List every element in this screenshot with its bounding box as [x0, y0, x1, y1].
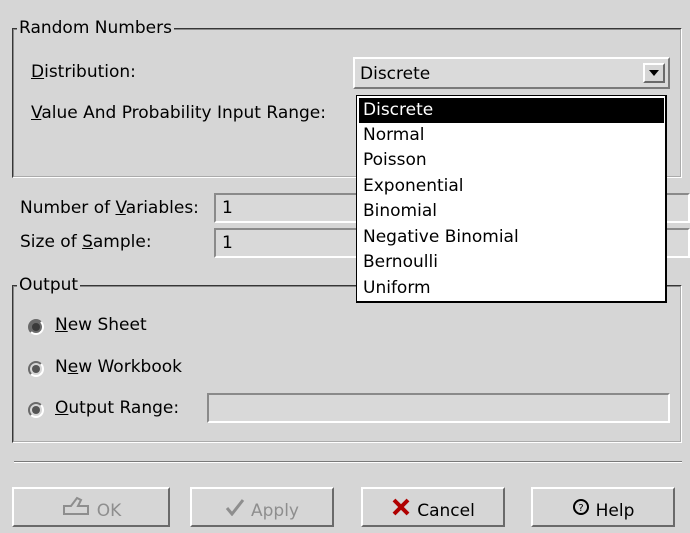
output-range-label[interactable]: Output Range:: [55, 397, 179, 419]
checkmark-icon: [225, 489, 245, 533]
random-numbers-title: Random Numbers: [17, 18, 174, 38]
ok-icon: [61, 489, 91, 533]
distribution-label: Distribution:: [31, 62, 136, 82]
new-sheet-radio[interactable]: [28, 319, 44, 335]
help-button[interactable]: ? Help: [531, 487, 675, 527]
dropdown-arrow-icon[interactable]: [643, 63, 665, 83]
output-range-radio[interactable]: [28, 402, 44, 418]
apply-button[interactable]: Apply: [190, 487, 334, 527]
dropdown-option[interactable]: Negative Binomial: [359, 225, 664, 250]
new-sheet-label[interactable]: New Sheet: [55, 314, 147, 336]
ok-button[interactable]: OK: [12, 487, 170, 527]
distribution-combo[interactable]: Discrete: [353, 57, 670, 89]
new-workbook-radio[interactable]: [28, 361, 44, 377]
number-of-variables-label: Number of Variables:: [20, 198, 199, 218]
distribution-dropdown-list[interactable]: Discrete Normal Poisson Exponential Bino…: [356, 95, 667, 303]
separator: [14, 461, 682, 463]
value-probability-range-label: Value And Probability Input Range:: [31, 103, 326, 123]
dropdown-option[interactable]: Binomial: [359, 199, 664, 224]
help-icon: ?: [572, 489, 590, 533]
output-range-input[interactable]: [207, 393, 670, 423]
dropdown-option[interactable]: Exponential: [359, 174, 664, 199]
size-of-sample-label: Size of Sample:: [20, 232, 152, 252]
new-workbook-label[interactable]: New Workbook: [55, 356, 182, 378]
svg-text:?: ?: [578, 503, 583, 514]
output-title: Output: [17, 275, 81, 295]
dropdown-option[interactable]: Normal: [359, 123, 664, 148]
cancel-button[interactable]: Cancel: [361, 487, 505, 527]
cancel-x-icon: [391, 489, 411, 533]
dropdown-option[interactable]: Discrete: [359, 98, 664, 123]
distribution-combo-value: Discrete: [360, 64, 431, 84]
dropdown-option[interactable]: Bernoulli: [359, 250, 664, 275]
dropdown-option[interactable]: Uniform: [359, 276, 664, 301]
dropdown-option[interactable]: Poisson: [359, 148, 664, 173]
